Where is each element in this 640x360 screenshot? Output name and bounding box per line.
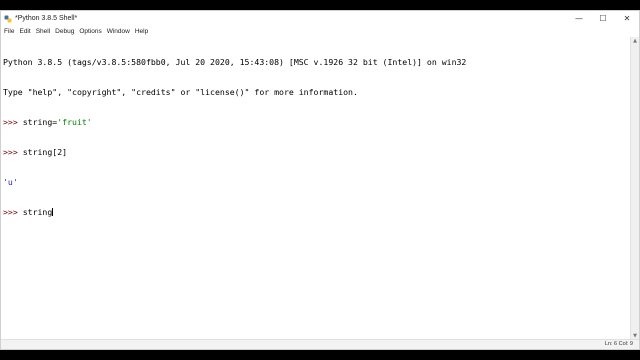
menu-shell[interactable]: Shell [36, 28, 50, 35]
input-code: string [22, 207, 53, 217]
vertical-scrollbar[interactable]: ▲ ▼ [630, 37, 639, 340]
banner-line: Python 3.8.5 (tags/v3.8.5:580fbb0, Jul 2… [3, 57, 467, 67]
input-code: string= [22, 117, 58, 127]
shell-output-line: 'u' [3, 177, 18, 187]
python-logo-icon [4, 15, 12, 23]
cursor-position: Ln: 6 Col: 9 [604, 341, 633, 347]
window-title: *Python 3.8.5 Shell* [15, 15, 78, 22]
shell-input-line-current[interactable]: >>> string [3, 207, 631, 217]
maximize-button[interactable]: ☐ [591, 11, 615, 26]
menu-debug[interactable]: Debug [55, 28, 74, 35]
shell-prompt: >>> [3, 147, 23, 157]
shell-input-line: >>> string='fruit' [3, 117, 631, 127]
menu-file[interactable]: File [4, 28, 14, 35]
window-controls: — ☐ ✕ [567, 11, 639, 26]
minimize-button[interactable]: — [567, 11, 591, 26]
menu-options[interactable]: Options [79, 28, 101, 35]
close-button[interactable]: ✕ [615, 11, 639, 26]
menu-bar: File Edit Shell Debug Options Window Hel… [1, 26, 639, 37]
shell-prompt: >>> [3, 117, 23, 127]
status-bar: Ln: 6 Col: 9 [1, 339, 639, 349]
input-code: string[2] [22, 147, 68, 157]
scroll-up-icon[interactable]: ▲ [631, 37, 639, 45]
menu-window[interactable]: Window [107, 28, 130, 35]
input-string-literal: 'fruit' [57, 117, 92, 127]
idle-shell-window: *Python 3.8.5 Shell* — ☐ ✕ File Edit She… [0, 10, 640, 350]
menu-edit[interactable]: Edit [19, 28, 30, 35]
menu-help[interactable]: Help [135, 28, 148, 35]
shell-text-area[interactable]: Python 3.8.5 (tags/v3.8.5:580fbb0, Jul 2… [1, 37, 631, 340]
title-bar[interactable]: *Python 3.8.5 Shell* — ☐ ✕ [1, 11, 639, 26]
shell-input-line: >>> string[2] [3, 147, 631, 157]
shell-prompt: >>> [3, 207, 23, 217]
banner-line: Type "help", "copyright", "credits" or "… [3, 87, 358, 97]
text-cursor [52, 208, 54, 216]
